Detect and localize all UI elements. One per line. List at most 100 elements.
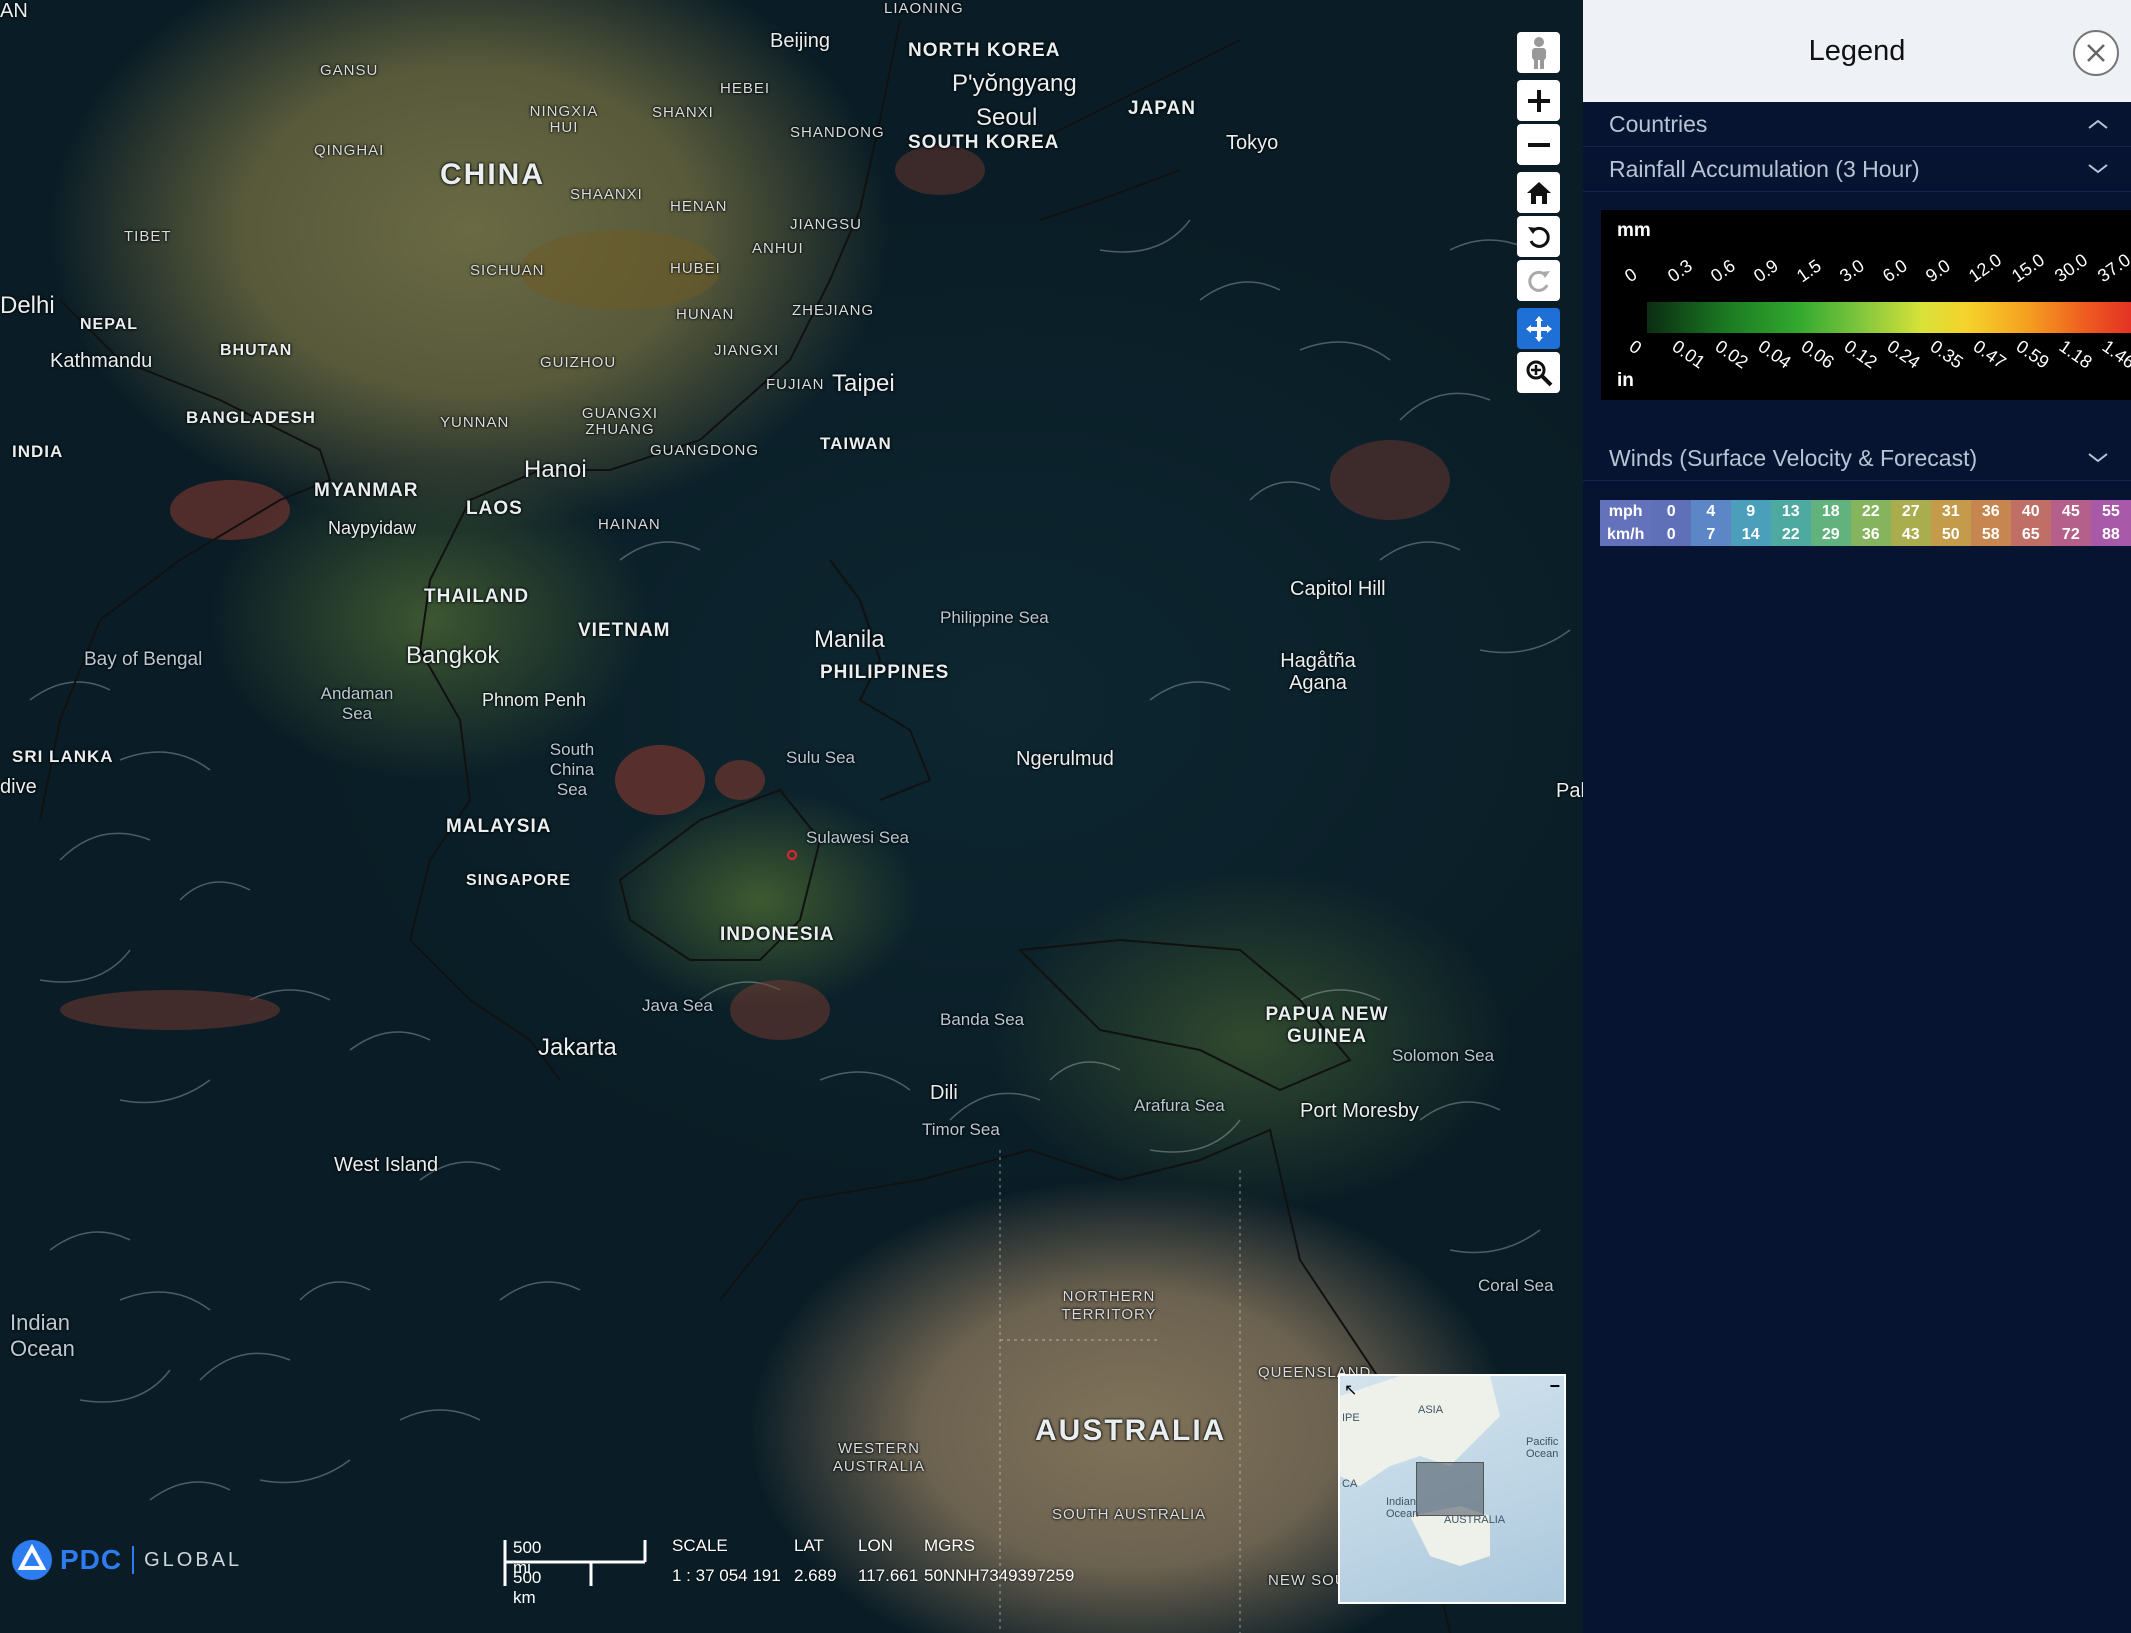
- sea-label: Sulu Sea: [786, 748, 855, 767]
- region-label: HENAN: [670, 198, 728, 215]
- region-label: HUBEI: [670, 260, 721, 277]
- country-label: INDONESIA: [720, 924, 835, 945]
- lon-header: LON: [858, 1536, 893, 1555]
- rain-tick-mm: 0: [1620, 264, 1641, 287]
- wind-mph-value: 55: [2090, 500, 2131, 523]
- rain-unit-mm: mm: [1617, 220, 1651, 241]
- region-label: ANHUI: [752, 240, 804, 257]
- rain-tick-mm: 0.6: [1706, 255, 1739, 287]
- wind-kmh-value: 36: [1850, 523, 1891, 546]
- rotate-right-icon: [1527, 270, 1550, 292]
- country-label: MYANMAR: [314, 480, 419, 501]
- wind-mph-value: 22: [1850, 500, 1891, 523]
- rain-overlay: [60, 145, 1450, 1040]
- country-label: TAIWAN: [820, 434, 892, 453]
- country-label: SRI LANKA: [12, 747, 114, 766]
- legend-section-rainfall[interactable]: Rainfall Accumulation (3 Hour): [1583, 147, 2131, 192]
- pdc-logo[interactable]: PDC GLOBAL: [10, 1538, 242, 1582]
- scale-value: 1 : 37 054 191: [672, 1566, 781, 1585]
- chevron-up-icon: [2088, 119, 2108, 129]
- region-label: YUNNAN: [440, 414, 510, 431]
- rotate-right-button[interactable]: [1517, 260, 1560, 301]
- legend-header: Legend: [1583, 0, 2131, 102]
- wind-mph-value: 27: [1890, 500, 1931, 523]
- city-label: Kathmandu: [50, 350, 153, 372]
- wind-kmh-value: 14: [1730, 523, 1771, 546]
- rain-tick-in: 0: [1625, 336, 1646, 359]
- zoom-box-button[interactable]: [1517, 352, 1560, 393]
- sea-label: Andaman Sea: [320, 684, 394, 723]
- pan-button[interactable]: [1517, 308, 1560, 349]
- country-label: PAPUA NEW GUINEA: [1265, 1004, 1389, 1047]
- minimap-collapse-icon[interactable]: −: [1549, 1376, 1560, 1397]
- expand-arrow-icon[interactable]: ↖: [1344, 1380, 1357, 1400]
- city-label: Taipei: [832, 370, 895, 397]
- rotate-left-button[interactable]: [1517, 216, 1560, 257]
- wind-mph-value: 31: [1930, 500, 1971, 523]
- region-label: LIAONING: [884, 0, 964, 17]
- wind-kmh-value: 88: [2090, 523, 2131, 546]
- city-label: Tokyo: [1226, 132, 1279, 154]
- region-label: HUNAN: [676, 306, 735, 323]
- region-label: NORTHERN TERRITORY: [1061, 1288, 1157, 1323]
- city-label: P'yŏngyang: [952, 70, 1077, 97]
- region-label: SHANXI: [652, 104, 714, 121]
- country-label: NORTH KOREA: [908, 40, 1061, 61]
- minus-icon: [1527, 142, 1550, 147]
- map-canvas[interactable]: CHINA MYANMAR LAOS THAILAND VIETNAM PHIL…: [0, 0, 1583, 1633]
- legend-section-winds[interactable]: Winds (Surface Velocity & Forecast): [1583, 436, 2131, 481]
- rain-tick-mm: 9.0: [1921, 255, 1954, 287]
- wind-kmh-value: 43: [1890, 523, 1931, 546]
- magnifier-plus-icon: [1526, 360, 1552, 386]
- brand-separator: [132, 1546, 135, 1574]
- move-arrows-icon: [1525, 315, 1552, 342]
- city-label: Seoul: [976, 104, 1038, 131]
- minimap-viewport[interactable]: [1416, 1462, 1484, 1516]
- country-label: CHINA: [440, 158, 545, 191]
- wind-kmh-value: 0: [1651, 523, 1692, 546]
- region-label: NINGXIA HUI: [529, 103, 599, 136]
- zoom-out-button[interactable]: [1517, 124, 1560, 165]
- city-label: West Island: [334, 1154, 439, 1176]
- city-label: Naypyidaw: [328, 518, 417, 538]
- street-view-button[interactable]: [1517, 32, 1560, 73]
- wind-mph-value: 13: [1770, 500, 1811, 523]
- rain-tick-in: 0.12: [1840, 336, 1881, 373]
- wind-kmh-value: 29: [1810, 523, 1851, 546]
- wind-kmh-value: 22: [1770, 523, 1811, 546]
- wind-mph-value: 36: [1970, 500, 2011, 523]
- rain-tick-in: 0.24: [1883, 336, 1924, 373]
- region-label: HEBEI: [720, 80, 771, 97]
- home-button[interactable]: [1517, 172, 1560, 213]
- rain-tick-in: 0.06: [1797, 336, 1838, 373]
- chevron-down-icon: [2088, 164, 2108, 174]
- country-label: THAILAND: [424, 586, 530, 607]
- overview-minimap[interactable]: ASIA Pacific Ocean Indian Ocean AUSTRALI…: [1338, 1374, 1566, 1604]
- close-legend-button[interactable]: [2073, 30, 2119, 76]
- legend-section-countries[interactable]: Countries: [1583, 102, 2131, 147]
- country-label: NEPAL: [80, 316, 139, 333]
- sea-label: Indian Ocean: [10, 1310, 75, 1361]
- section-label: Countries: [1609, 110, 1708, 137]
- section-label: Rainfall Accumulation (3 Hour): [1609, 155, 1920, 182]
- zoom-in-button[interactable]: [1517, 80, 1560, 121]
- wind-mph-value: 18: [1810, 500, 1851, 523]
- wind-unit-mph: mph: [1600, 500, 1652, 523]
- rain-tick-in: 0.04: [1754, 336, 1795, 373]
- wind-speed-scale: mph 0 4 9 13 18 22 27 31 36 40 45 55 km/h 0 7 14 22 29 36 4…: [1600, 500, 2131, 546]
- rain-tick-in: 0.35: [1926, 336, 1967, 373]
- rotate-left-icon: [1527, 226, 1550, 248]
- brand-name: PDC: [60, 1544, 123, 1575]
- wind-kmh-value: 72: [2050, 523, 2091, 546]
- rain-tick-in: 0.47: [1969, 336, 2010, 373]
- rainfall-color-scale: mm in 0 0.3 0.6 0.9 1.5 3.0 6.0 9.0 12.0 15.0 30.0…: [1601, 210, 2131, 400]
- sea-label: Coral Sea: [1478, 1276, 1554, 1295]
- sea-label: Solomon Sea: [1392, 1046, 1495, 1065]
- rain-tick-mm: 0.3: [1663, 255, 1696, 287]
- brand-suffix: GLOBAL: [144, 1548, 243, 1571]
- rain-tick-mm: 6.0: [1878, 255, 1911, 287]
- sea-label: Arafura Sea: [1134, 1096, 1225, 1115]
- wind-mph-value: 0: [1651, 500, 1692, 523]
- mgrs-value: 50NNH7349397259: [924, 1566, 1075, 1585]
- minimap-label: CA: [1342, 1478, 1358, 1490]
